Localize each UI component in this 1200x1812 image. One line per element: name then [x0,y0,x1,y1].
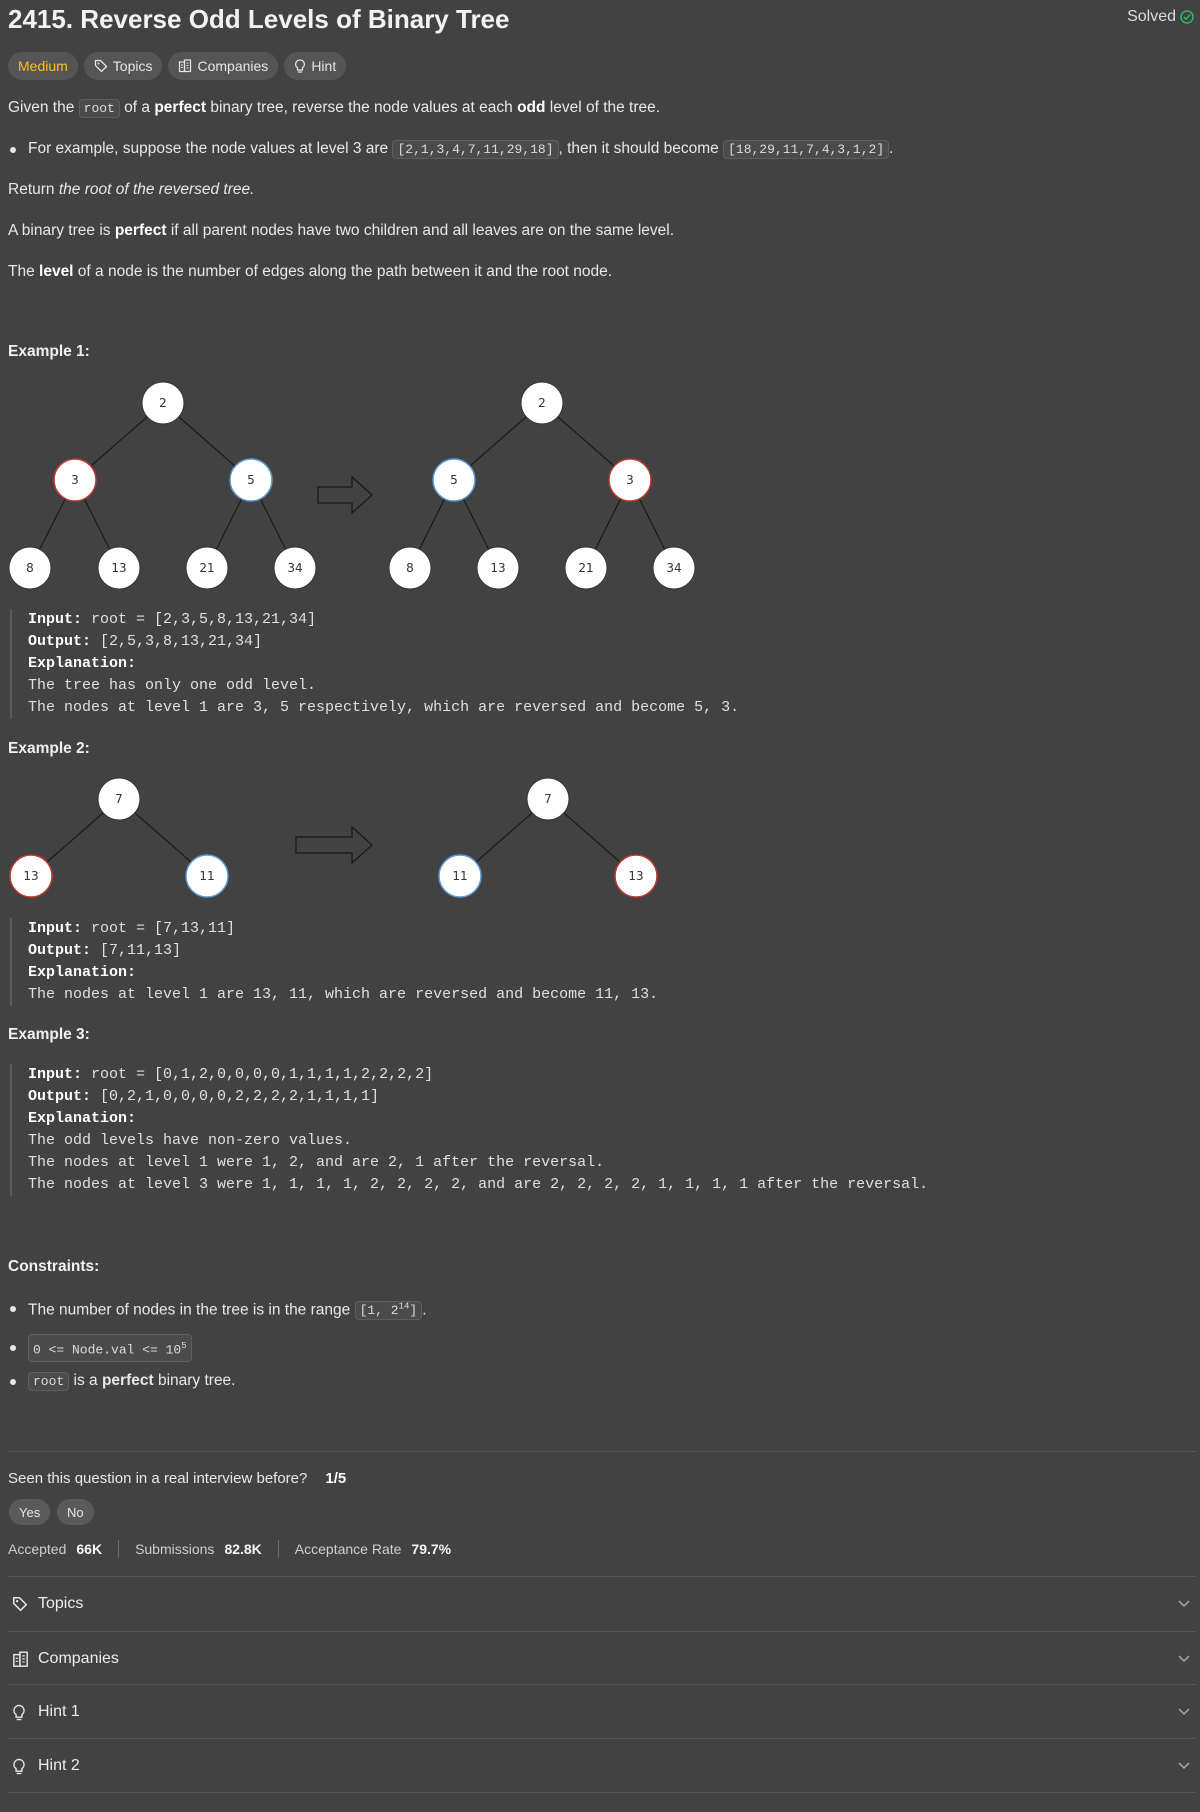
stats-bar: Accepted 66K Submissions 82.8K Acceptance … [8,1540,452,1558]
tag-bar: Medium Topics Companies Hint [8,52,347,80]
accordion-hint-1[interactable]: Hint 1 [8,1685,1196,1739]
tree-node: 11 [438,854,482,898]
divider [8,1792,1196,1793]
example-2-label: Example 2: [8,740,90,757]
tree-node: 34 [273,546,317,590]
svg-text:13: 13 [628,869,643,883]
tree-node: 13 [97,546,141,590]
example-1-block: Input: root = [2,3,5,8,13,21,34] Output:… [10,609,739,719]
tag-icon [94,59,108,73]
svg-text:3: 3 [71,473,79,487]
hint-tag-button[interactable]: Hint [284,52,347,80]
building-icon [13,1650,28,1667]
lightbulb-icon [13,1758,25,1774]
svg-text:2: 2 [538,396,546,410]
example-2-block: Input: root = [7,13,11] Output: [7,11,13… [10,918,658,1006]
description-paragraph-2: Return the root of the reversed tree. [8,181,255,198]
building-icon [179,59,192,73]
description-paragraph-4: The level of a node is the number of edg… [8,263,613,280]
svg-text:34: 34 [666,561,681,575]
solved-label: Solved [1127,8,1176,25]
example-3-label: Example 3: [8,1026,90,1043]
tag-icon [12,1596,28,1612]
description-example-bullet: For example, suppose the node values at … [8,139,893,160]
tree-node: 8 [388,546,432,590]
tree-node: 11 [185,854,229,898]
tree-node: 13 [476,546,520,590]
svg-text:2: 2 [159,396,167,410]
chevron-down-icon [1178,1708,1190,1716]
svg-text:8: 8 [406,561,414,575]
acceptance-rate-value: 79.7% [411,1541,452,1557]
svg-text:5: 5 [450,473,458,487]
svg-text:21: 21 [199,561,214,575]
svg-text:21: 21 [578,561,593,575]
tree-node: 8 [8,546,52,590]
chevron-down-icon [1178,1600,1190,1608]
check-circle-icon [1180,10,1194,24]
svg-text:7: 7 [115,792,123,806]
tree-node: 21 [564,546,608,590]
tree-node: 13 [9,854,53,898]
tree-node: 7 [526,777,570,821]
svg-text:34: 34 [287,561,302,575]
problem-title: 2415. Reverse Odd Levels of Binary Tree [8,4,510,34]
submissions-value: 82.8K [224,1541,262,1557]
svg-text:13: 13 [23,869,38,883]
constraint-item: root is a perfect binary tree. [8,1371,236,1392]
interview-ratio: 1/5 [325,1470,347,1487]
arrow-right-icon [295,825,373,865]
constraint-item: The number of nodes in the tree is in th… [8,1297,427,1321]
tree-node: 3 [608,458,652,502]
svg-text:11: 11 [199,869,214,883]
tree-node: 13 [614,854,658,898]
svg-text:8: 8 [26,561,34,575]
tree-node: 2 [141,381,185,425]
example-3-block: Input: root = [0,1,2,0,0,0,0,1,1,1,1,2,2… [10,1064,928,1196]
accordion-topics[interactable]: Topics [8,1577,1196,1631]
difficulty-badge: Medium [8,52,78,80]
svg-text:3: 3 [626,473,634,487]
chevron-down-icon [1178,1762,1190,1770]
accordion-companies[interactable]: Companies [8,1632,1196,1686]
tree-node: 5 [229,458,273,502]
accepted-value: 66K [76,1541,103,1557]
svg-text:11: 11 [452,869,467,883]
lightbulb-icon [295,59,306,73]
svg-text:7: 7 [544,792,552,806]
example-1-diagram: 2 3 5 8 13 21 34 2 5 3 8 13 21 34 [8,381,696,590]
accordion-hint-2[interactable]: Hint 2 [8,1739,1196,1793]
tree-node: 34 [652,546,696,590]
arrow-right-icon [317,475,373,515]
yes-button[interactable]: Yes [9,1499,51,1525]
svg-text:13: 13 [111,561,126,575]
svg-text:13: 13 [490,561,505,575]
example-2-diagram: 7 13 11 7 11 13 [9,777,658,898]
no-button[interactable]: No [57,1499,94,1525]
chevron-down-icon [1178,1655,1190,1663]
description-paragraph-1: Given the root of a perfect binary tree,… [8,99,661,118]
companies-tag-button[interactable]: Companies [168,52,279,80]
lightbulb-icon [13,1704,25,1720]
tree-node: 5 [432,458,476,502]
example-1-label: Example 1: [8,343,90,360]
tree-node: 7 [97,777,141,821]
topics-tag-button[interactable]: Topics [83,52,163,80]
description-paragraph-3: A binary tree is perfect if all parent n… [8,222,675,239]
interview-question: Seen this question in a real interview b… [8,1470,347,1487]
tree-node: 2 [520,381,564,425]
solved-status: Solved [1127,8,1194,26]
tree-node: 3 [53,458,97,502]
constraints-label: Constraints: [8,1258,100,1275]
svg-text:5: 5 [247,473,255,487]
constraint-item: 0 <= Node.val <= 105 [8,1334,192,1363]
divider [8,1451,1196,1452]
tree-node: 21 [185,546,229,590]
